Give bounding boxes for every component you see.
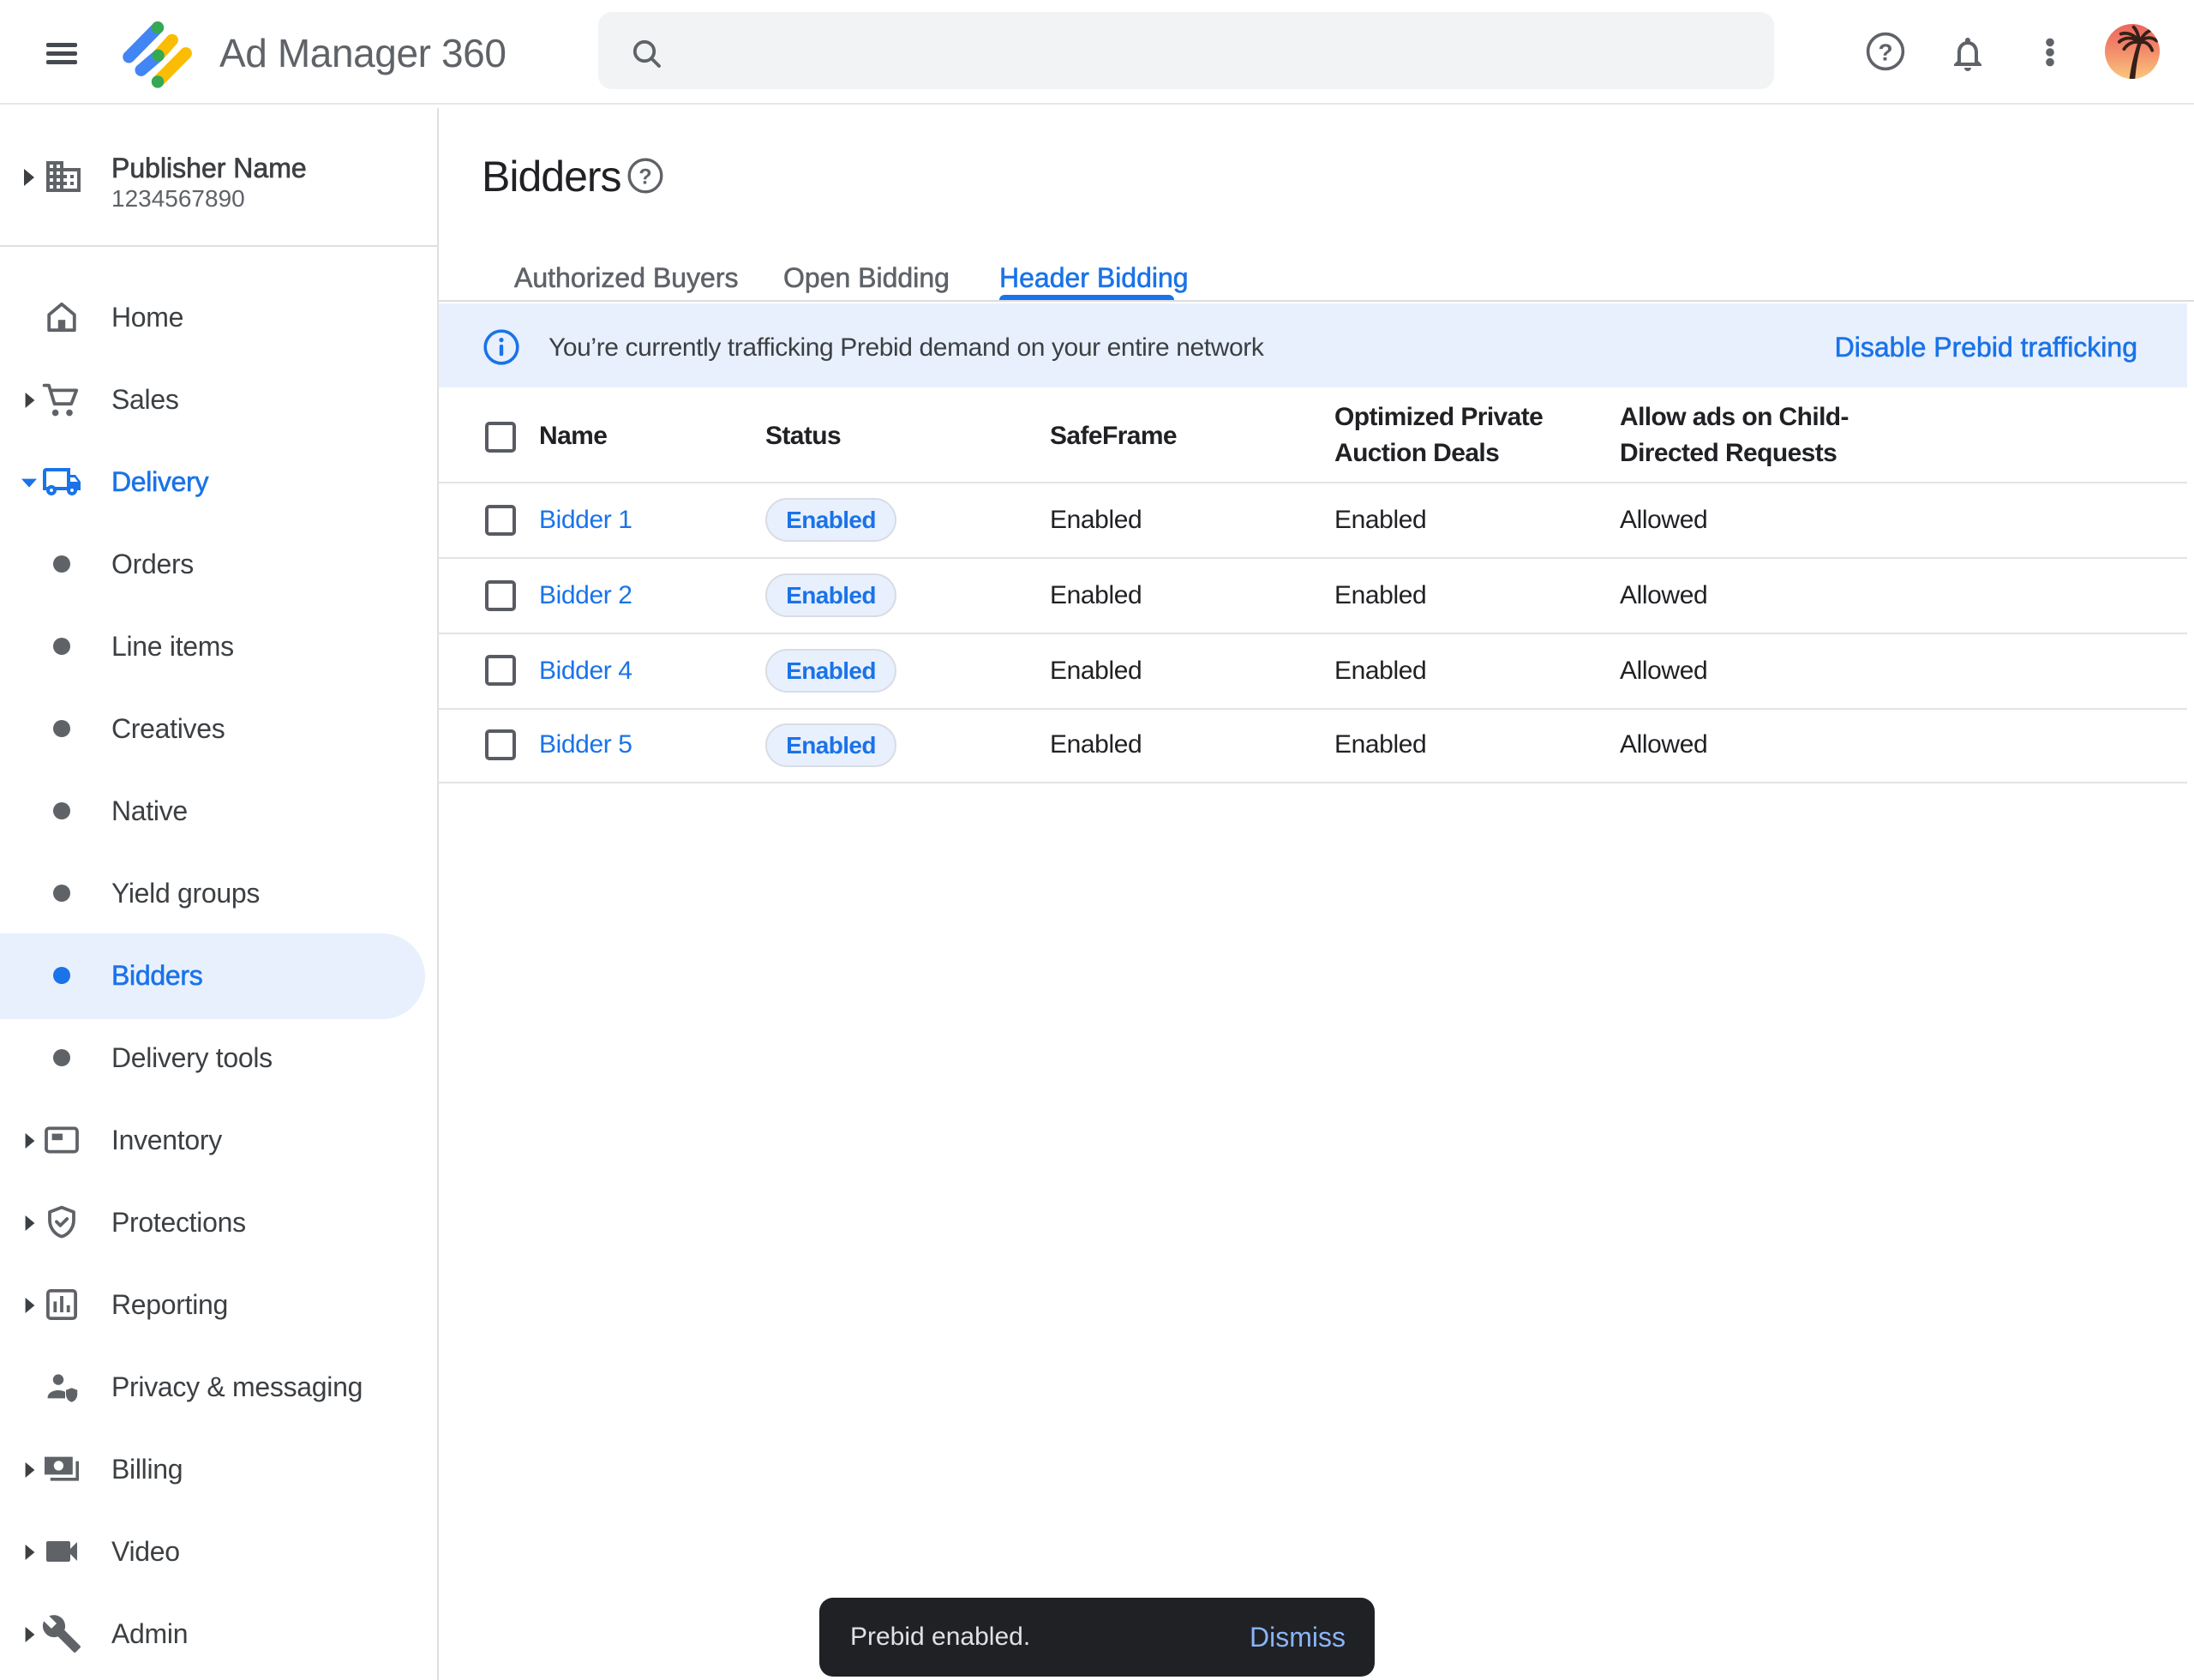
svg-text:?: ?: [638, 165, 651, 189]
svg-text:?: ?: [1878, 39, 1892, 65]
